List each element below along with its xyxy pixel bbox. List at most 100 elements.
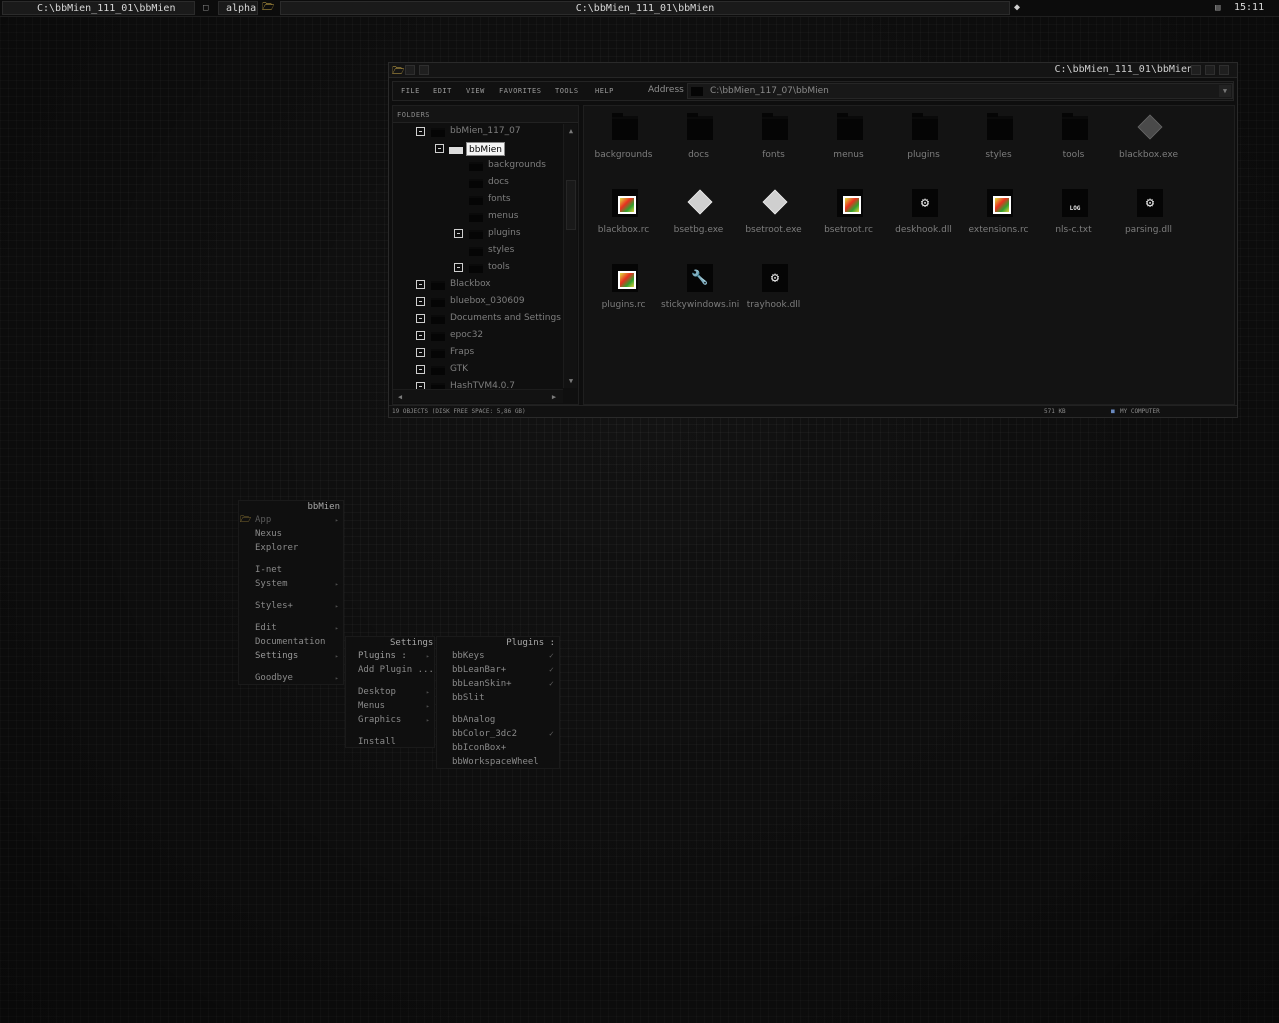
menu-item-plugin[interactable]: bbColor_3dc2 <box>452 727 517 741</box>
tree-item[interactable]: Blackbox <box>393 277 563 293</box>
file-item[interactable]: 🔧 stickywindows.ini <box>661 258 739 328</box>
file-item[interactable]: backgrounds <box>586 108 661 178</box>
expand-collapse-icon[interactable] <box>454 263 463 272</box>
menu-edit[interactable]: EDIT <box>433 87 452 95</box>
menu-item-documentation[interactable]: Documentation <box>255 635 325 649</box>
tree-item[interactable]: menus <box>393 209 563 225</box>
menu-item-explorer[interactable]: Explorer <box>255 541 298 555</box>
tray-icon[interactable]: ▤ <box>1215 1 1227 15</box>
workspace-icon[interactable]: □ <box>203 1 215 15</box>
menu-item-install[interactable]: Install <box>358 735 396 749</box>
expand-collapse-icon[interactable] <box>416 314 425 323</box>
tree-item[interactable]: docs <box>393 175 563 191</box>
menu-item-edit[interactable]: Edit <box>255 621 277 635</box>
workspace-label[interactable]: alpha <box>218 1 258 15</box>
file-item[interactable]: docs <box>661 108 736 178</box>
file-item[interactable]: plugins <box>886 108 961 178</box>
minimize-button[interactable] <box>1191 65 1201 75</box>
expand-collapse-icon[interactable] <box>454 229 463 238</box>
tree-item[interactable]: Documents and Settings <box>393 311 563 327</box>
folder-icon[interactable]: 🗁 <box>262 1 276 15</box>
tree-item[interactable]: fonts <box>393 192 563 208</box>
menu-item-plugin[interactable]: bbIconBox+ <box>452 741 506 755</box>
expand-collapse-icon[interactable] <box>416 365 425 374</box>
folder-icon <box>469 247 483 256</box>
tree-item[interactable]: Fraps <box>393 345 563 361</box>
menu-item-system[interactable]: System <box>255 577 288 591</box>
expand-collapse-icon[interactable] <box>416 280 425 289</box>
dot-icon[interactable]: ◆ <box>1014 1 1022 15</box>
maximize-button[interactable] <box>1205 65 1215 75</box>
menu-item-menus[interactable]: Menus <box>358 699 385 713</box>
menu-view[interactable]: VIEW <box>466 87 485 95</box>
menu-item-plugin[interactable]: bbSlit <box>452 691 485 705</box>
menu-item-inet[interactable]: I-net <box>255 563 282 577</box>
horizontal-scrollbar[interactable]: ◀ ▶ <box>393 389 563 403</box>
file-item[interactable]: bsetroot.rc <box>811 183 886 253</box>
scrollbar-thumb[interactable] <box>566 180 576 230</box>
file-item[interactable]: ⚙ deskhook.dll <box>886 183 961 253</box>
address-input[interactable]: C:\bbMien_117_07\bbMien <box>710 86 829 96</box>
menu-item-app[interactable]: App <box>255 513 271 527</box>
close-button[interactable] <box>1219 65 1229 75</box>
expand-collapse-icon[interactable] <box>416 331 425 340</box>
scroll-left-icon[interactable]: ◀ <box>395 392 405 402</box>
file-item[interactable]: blackbox.rc <box>586 183 661 253</box>
tree-item[interactable]: plugins <box>393 226 563 242</box>
vertical-scrollbar[interactable]: ▲ ▼ <box>563 124 577 388</box>
file-item[interactable]: fonts <box>736 108 811 178</box>
menu-item-add-plugin[interactable]: Add Plugin ... <box>358 663 434 677</box>
tree-item[interactable]: bluebox_030609 <box>393 294 563 310</box>
menu-item-plugin[interactable]: bbWorkspaceWheel <box>452 755 539 769</box>
file-item[interactable]: ⚙ trayhook.dll <box>736 258 811 328</box>
menu-tools[interactable]: TOOLS <box>555 87 579 95</box>
expand-collapse-icon[interactable] <box>416 348 425 357</box>
tree-item[interactable]: backgrounds <box>393 158 563 174</box>
file-item[interactable]: plugins.rc <box>586 258 661 328</box>
expand-collapse-icon[interactable] <box>435 144 444 153</box>
taskbar-active-task[interactable]: C:\bbMien_111_01\bbMien <box>280 1 1010 15</box>
address-bar[interactable]: C:\bbMien_117_07\bbMien ▼ <box>687 83 1233 99</box>
menu-item-goodbye[interactable]: Goodbye <box>255 671 293 685</box>
titlebar-button[interactable] <box>419 65 429 75</box>
tree-item[interactable]: GTK <box>393 362 563 378</box>
file-item[interactable]: bsetroot.exe <box>736 183 811 253</box>
file-item[interactable]: blackbox.exe <box>1111 108 1186 178</box>
taskbar-window-button[interactable]: C:\bbMien_111_01\bbMien <box>2 1 195 15</box>
menu-item-plugins[interactable]: Plugins : <box>358 649 407 663</box>
tree-item[interactable]: tools <box>393 260 563 276</box>
scroll-down-icon[interactable]: ▼ <box>566 376 576 386</box>
menu-item-graphics[interactable]: Graphics <box>358 713 401 727</box>
menu-help[interactable]: HELP <box>595 87 614 95</box>
expand-collapse-icon[interactable] <box>416 382 425 389</box>
menu-item-settings[interactable]: Settings <box>255 649 298 663</box>
menu-item-nexus[interactable]: Nexus <box>255 527 282 541</box>
tree-item[interactable]: epoc32 <box>393 328 563 344</box>
titlebar-button[interactable] <box>405 65 415 75</box>
expand-collapse-icon[interactable] <box>416 297 425 306</box>
tree-item[interactable]: styles <box>393 243 563 259</box>
tree-item[interactable]: bbMien_117_07 <box>393 124 563 140</box>
menu-item-desktop[interactable]: Desktop <box>358 685 396 699</box>
scroll-up-icon[interactable]: ▲ <box>566 126 576 136</box>
window-titlebar[interactable]: 🗁 C:\bbMien_111_01\bbMien <box>389 63 1237 78</box>
file-item[interactable]: ⚙ parsing.dll <box>1111 183 1186 253</box>
file-item[interactable]: styles <box>961 108 1036 178</box>
menu-item-styles[interactable]: Styles+ <box>255 599 293 613</box>
expand-collapse-icon[interactable] <box>416 127 425 136</box>
menu-file[interactable]: FILE <box>401 87 420 95</box>
file-item[interactable]: menus <box>811 108 886 178</box>
tree-item-selected[interactable]: bbMien <box>393 141 563 157</box>
file-item[interactable]: tools <box>1036 108 1111 178</box>
scroll-right-icon[interactable]: ▶ <box>549 392 559 402</box>
menu-item-plugin[interactable]: bbAnalog <box>452 713 495 727</box>
menu-item-plugin[interactable]: bbLeanSkin+ <box>452 677 512 691</box>
menu-favorites[interactable]: FAVORITES <box>499 87 541 95</box>
file-item[interactable]: LOG nls-c.txt <box>1036 183 1111 253</box>
menu-item-plugin[interactable]: bbKeys <box>452 649 485 663</box>
file-item[interactable]: extensions.rc <box>961 183 1036 253</box>
tree-item[interactable]: HashTVM4.0.7 <box>393 379 563 389</box>
chevron-down-icon[interactable]: ▼ <box>1219 85 1231 97</box>
menu-item-plugin[interactable]: bbLeanBar+ <box>452 663 506 677</box>
file-item[interactable]: bsetbg.exe <box>661 183 736 253</box>
